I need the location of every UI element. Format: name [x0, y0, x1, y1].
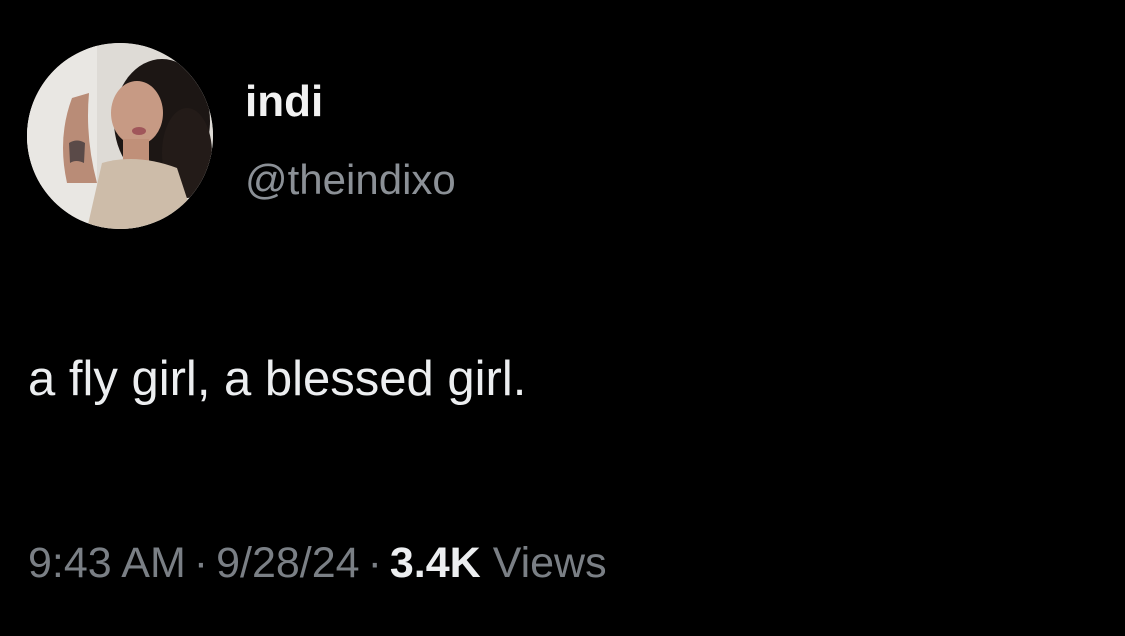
- author-handle[interactable]: @theindixo: [245, 156, 456, 204]
- user-avatar[interactable]: [27, 43, 213, 229]
- tweet-card: indi @theindixo a fly girl, a blessed gi…: [0, 0, 1125, 636]
- meta-separator: ·: [193, 539, 209, 587]
- author-display-name[interactable]: indi: [245, 78, 323, 126]
- tweet-metadata: 9:43 AM · 9/28/24 · 3.4K Views: [28, 536, 607, 590]
- tweet-date[interactable]: 9/28/24: [216, 539, 359, 587]
- tweet-time[interactable]: 9:43 AM: [28, 539, 186, 587]
- avatar-photo-icon: [27, 43, 213, 229]
- views-count[interactable]: 3.4K: [390, 539, 481, 587]
- views-label: Views: [492, 539, 607, 587]
- tweet-text: a fly girl, a blessed girl.: [28, 352, 527, 406]
- meta-separator: ·: [367, 539, 382, 587]
